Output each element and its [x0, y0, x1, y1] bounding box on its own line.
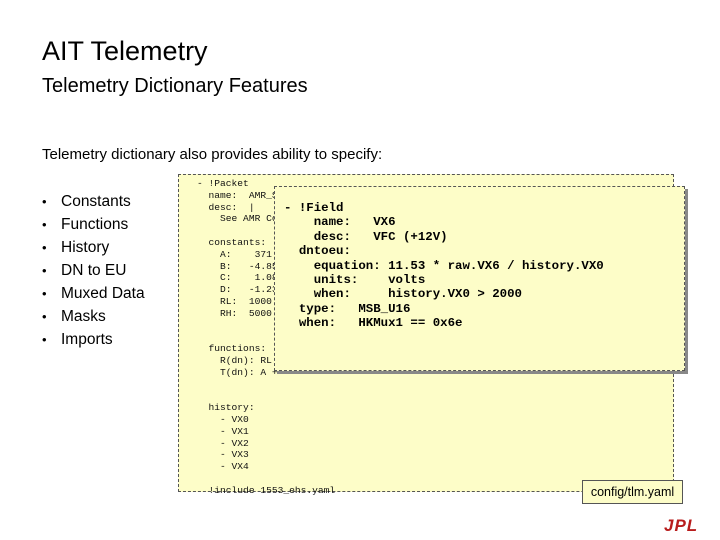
list-item: • Functions — [42, 213, 145, 236]
list-item: • Imports — [42, 328, 145, 351]
list-item: • Constants — [42, 190, 145, 213]
list-item: • DN to EU — [42, 259, 145, 282]
intro-text: Telemetry dictionary also provides abili… — [42, 146, 383, 163]
list-item-label: Functions — [61, 216, 129, 233]
list-item-label: Imports — [61, 331, 113, 348]
bullet-icon: • — [42, 194, 47, 209]
file-label: config/tlm.yaml — [582, 480, 683, 504]
list-item: • Masks — [42, 305, 145, 328]
list-item-label: Muxed Data — [61, 285, 145, 302]
list-item-label: History — [61, 239, 110, 256]
bullet-icon: • — [42, 263, 47, 278]
list-item: • Muxed Data — [42, 282, 145, 305]
bullet-icon: • — [42, 217, 47, 232]
list-item: • History — [42, 236, 145, 259]
bullet-icon: • — [42, 240, 47, 255]
slide-subtitle: Telemetry Dictionary Features — [42, 75, 308, 97]
bullet-icon: • — [42, 309, 47, 324]
list-item-label: Masks — [61, 308, 106, 325]
field-yaml-code: - !Field name: VX6 desc: VFC (+12V) dnto… — [284, 201, 604, 331]
jpl-logo: JPL — [664, 516, 699, 535]
list-item-label: Constants — [61, 193, 131, 210]
bullet-icon: • — [42, 332, 47, 347]
feature-list: • Constants • Functions • History • DN to EU… — [42, 190, 145, 351]
slide-title: AIT Telemetry — [42, 36, 208, 66]
bullet-icon: • — [42, 286, 47, 301]
list-item-label: DN to EU — [61, 262, 127, 279]
field-code-box: - !Field name: VX6 desc: VFC (+12V) dnto… — [274, 186, 685, 371]
